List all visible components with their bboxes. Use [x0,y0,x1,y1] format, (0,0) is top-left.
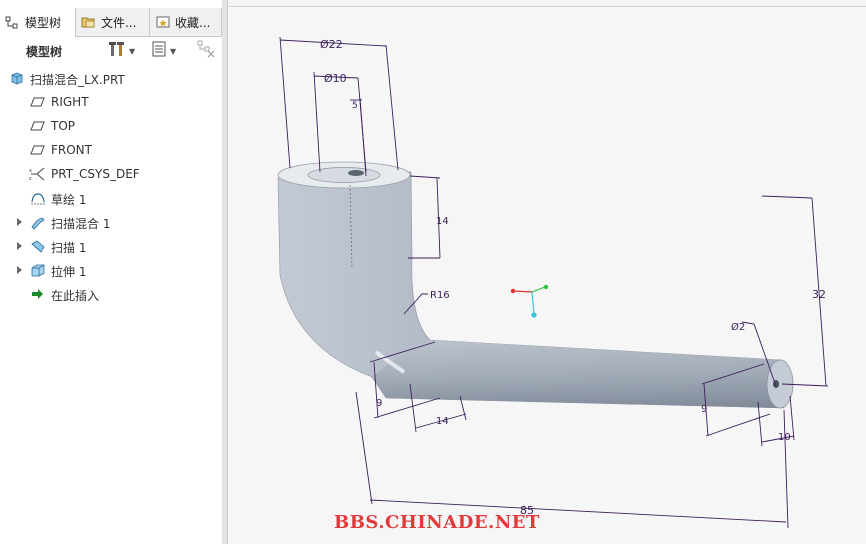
tree-settings-button[interactable]: ▼ [108,41,135,61]
tree-item-label: 在此插入 [51,289,100,303]
dim-tip-diameter: Ø2 [731,321,745,333]
tab-label: 文件... [101,15,137,30]
expand-arrow-icon[interactable] [14,240,24,252]
tree-item-label: 扫描混合_LX.PRT [30,73,125,87]
tree-item-top[interactable]: TOP [0,114,222,138]
tools-icon [108,40,126,62]
model-view: Ø22 Ø10 5 14 R16 32 Ø2 9 14 9 10 85 [277,36,829,529]
dim-inner-diameter: Ø10 [324,72,347,85]
tree-item-root-part[interactable]: 扫描混合_LX.PRT [0,66,222,90]
part-icon [8,70,26,86]
svg-text:x: x [29,168,32,174]
horizontal-leg [372,340,784,408]
dim-tip-length: 10 [778,432,791,443]
tree-item-front[interactable]: FRONT [0,138,222,162]
graphics-viewport[interactable]: Ø22 Ø10 5 14 R16 32 Ø2 9 14 9 10 85 [228,7,866,544]
tree-item-sketch-1[interactable]: 草绘 1 [0,186,222,210]
top-hole [348,170,364,176]
tree-item-label: 拉伸 1 [51,265,87,279]
tab-model-tree[interactable]: 模型树 [0,8,76,37]
datum-plane-icon [29,118,47,134]
chevron-down-icon: ▼ [129,46,136,56]
pipe-model[interactable] [277,161,794,409]
tree-item-extrude-1[interactable]: 拉伸 1 [0,258,222,282]
tree-item-label: RIGHT [51,95,89,109]
tree-item-right[interactable]: RIGHT [0,90,222,114]
top-toolbar-strip [226,0,866,7]
sweep-icon [29,238,47,254]
datum-plane-icon [29,94,47,110]
dim-section-b: 9 [701,404,707,415]
expand-arrow-icon[interactable] [14,216,24,228]
tree-item-label: 草绘 1 [51,193,87,207]
datum-plane-icon [29,142,47,158]
model-tree-toolbar: 模型树 ▼ ▼ [0,37,222,65]
extrude-icon [29,262,47,278]
tree-item-label: 扫描 1 [51,241,87,255]
coordinate-system-icon: x z [29,166,47,182]
insert-here-arrow-icon [29,286,47,302]
navigator-panel: 模型树 文件... 收藏... 模型树 ▼ ▼ 扫描混合_LX.PRT RIGH… [0,0,223,544]
expand-arrow-icon[interactable] [14,264,24,276]
favorites-icon [154,14,172,30]
dim-outer-diameter: Ø22 [320,38,343,51]
tab-favorites[interactable]: 收藏... [150,8,222,36]
list-columns-icon [151,40,167,62]
tab-label: 模型树 [25,16,62,30]
tree-item-swept-blend-1[interactable]: 扫描混合 1 [0,210,222,234]
sketch-icon [29,190,47,206]
swept-blend-icon [29,214,47,230]
navigator-tabs: 模型树 文件... 收藏... [0,8,222,37]
dim-bend-radius: R16 [430,290,450,301]
folder-browser-icon [80,14,98,30]
svg-text:z: z [29,176,32,182]
model-tree-title: 模型树 [26,45,63,59]
top-counterbore [307,167,381,183]
dim-vertical-length: 14 [436,216,449,227]
dim-section-a-length: 14 [436,416,449,427]
watermark-text: BBS.CHINADE.NET [334,512,540,533]
tree-item-label: TOP [51,119,76,133]
dim-section-a: 9 [376,398,382,409]
tab-label: 收藏... [175,15,211,30]
tree-item-csys[interactable]: x z PRT_CSYS_DEF [0,162,222,186]
tree-filter-button[interactable] [196,39,216,63]
model-tree-icon [4,15,22,31]
tree-item-sweep-1[interactable]: 扫描 1 [0,234,222,258]
tree-item-insert-here[interactable]: 在此插入 [0,282,222,306]
dim-chamfer: 5 [352,101,358,111]
tree-item-label: 扫描混合 1 [51,217,111,231]
tree-columns-button[interactable]: ▼ [151,41,176,61]
csys-triad [510,284,549,318]
tree-item-label: PRT_CSYS_DEF [51,167,140,181]
tree-filter-icon [196,39,216,63]
tab-file-browser[interactable]: 文件... [76,8,150,36]
dim-height: 32 [812,288,826,301]
chevron-down-icon: ▼ [170,46,177,56]
tree-item-label: FRONT [51,143,92,157]
